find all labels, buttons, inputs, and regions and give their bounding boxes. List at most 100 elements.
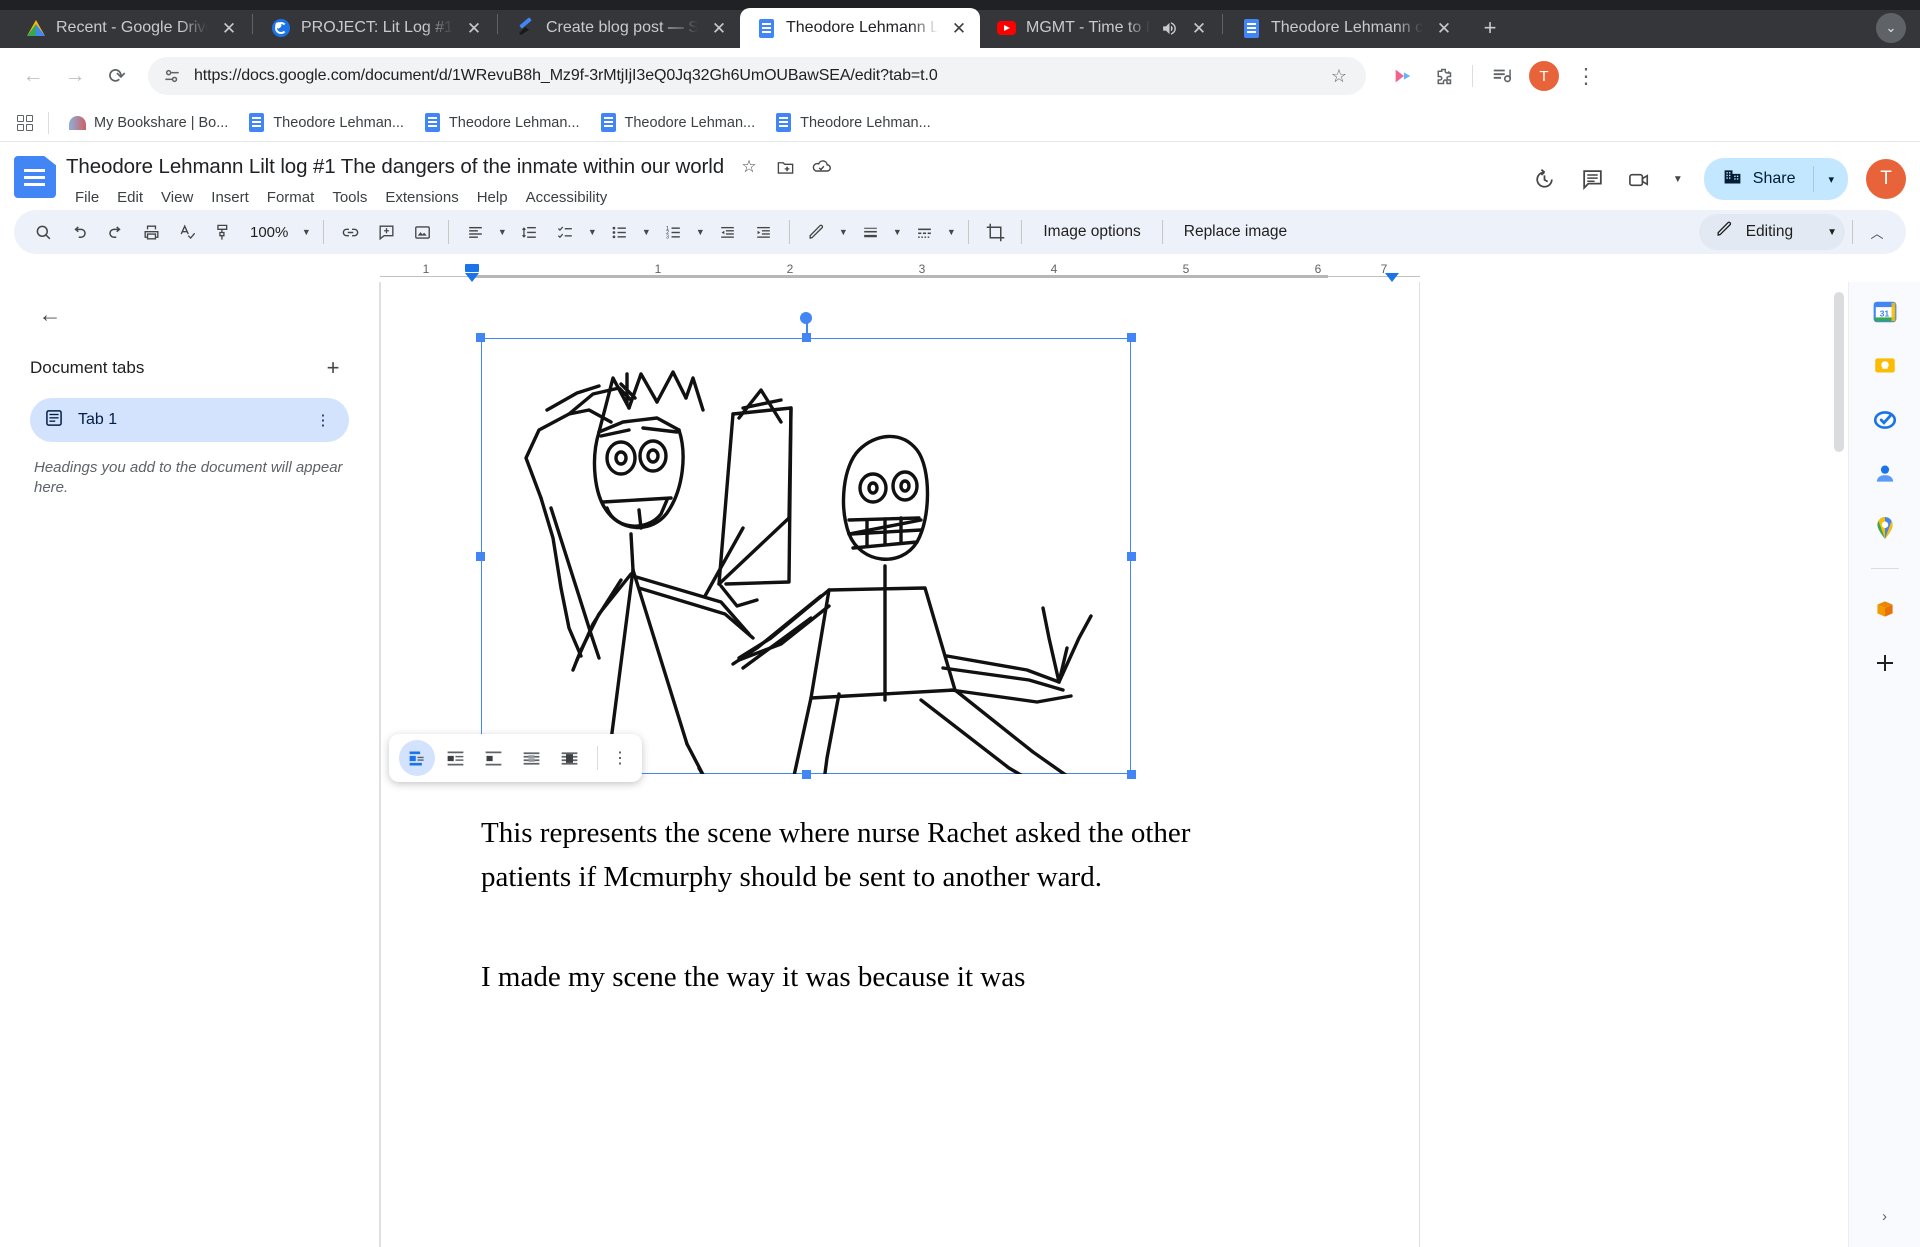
reading-list-icon[interactable] xyxy=(1483,57,1521,95)
move-to-folder-icon[interactable] xyxy=(774,156,796,178)
ruler[interactable]: 1 1 2 3 4 5 6 7 xyxy=(380,264,1420,282)
apps-grid-icon[interactable] xyxy=(14,112,36,134)
bookmark-star-icon[interactable]: ☆ xyxy=(1326,66,1352,87)
line-spacing-icon[interactable] xyxy=(512,215,546,249)
bulleted-list-icon[interactable] xyxy=(602,215,636,249)
increase-indent-icon[interactable] xyxy=(746,215,780,249)
tab-close-icon[interactable]: ✕ xyxy=(1188,17,1210,39)
hide-menus-icon[interactable]: ︿ xyxy=(1860,215,1894,249)
document-tab-more-icon[interactable]: ⋮ xyxy=(311,411,335,429)
decrease-indent-icon[interactable] xyxy=(710,215,744,249)
replace-image-button[interactable]: Replace image xyxy=(1172,215,1299,249)
resize-handle-bottom-center[interactable] xyxy=(802,770,811,779)
reload-button[interactable]: ⟳ xyxy=(98,57,136,95)
cloud-saved-icon[interactable] xyxy=(810,156,832,178)
border-dash-icon[interactable] xyxy=(907,215,941,249)
border-weight-dropdown-icon[interactable]: ▼ xyxy=(889,215,905,249)
checklist-icon[interactable] xyxy=(548,215,582,249)
border-weight-icon[interactable] xyxy=(853,215,887,249)
browser-tab-4[interactable]: MGMT - Time to Pretend ✕ xyxy=(980,8,1220,48)
docs-account-avatar[interactable]: T xyxy=(1866,159,1906,199)
back-button[interactable]: ← xyxy=(14,57,52,95)
document-title[interactable]: Theodore Lehmann Lilt log #1 The dangers… xyxy=(66,155,724,179)
tab-audio-playing-icon[interactable] xyxy=(1160,19,1178,37)
menu-edit[interactable]: Edit xyxy=(108,186,152,209)
paragraph-2[interactable]: I made my scene the way it was because i… xyxy=(481,955,1271,999)
resize-handle-bottom-right[interactable] xyxy=(1127,770,1136,779)
rotate-handle[interactable] xyxy=(800,312,812,324)
menu-extensions[interactable]: Extensions xyxy=(376,186,467,209)
menu-view[interactable]: View xyxy=(152,186,202,209)
share-button-main[interactable]: Share xyxy=(1704,158,1814,200)
hand-drawn-sketch-image[interactable] xyxy=(481,338,1131,774)
addon-icon[interactable] xyxy=(1871,595,1899,623)
paint-format-icon[interactable] xyxy=(206,215,240,249)
forward-button[interactable]: → xyxy=(56,57,94,95)
google-tasks-icon[interactable] xyxy=(1871,406,1899,434)
tab-close-icon[interactable]: ✕ xyxy=(708,17,730,39)
wrap-text-icon[interactable] xyxy=(437,740,473,776)
extension-action-icon[interactable] xyxy=(1384,57,1422,95)
spelling-check-icon[interactable] xyxy=(170,215,204,249)
image-options-button[interactable]: Image options xyxy=(1031,215,1152,249)
checklist-dropdown-icon[interactable]: ▼ xyxy=(584,215,600,249)
search-icon[interactable] xyxy=(26,215,60,249)
back-arrow-icon[interactable]: ← xyxy=(30,294,70,334)
resize-handle-top-right[interactable] xyxy=(1127,333,1136,342)
menu-format[interactable]: Format xyxy=(258,186,324,209)
bulleted-list-dropdown-icon[interactable]: ▼ xyxy=(638,215,654,249)
document-text-content[interactable]: This represents the scene where nurse Ra… xyxy=(481,782,1271,1028)
zoom-dropdown-icon[interactable]: ▼ xyxy=(298,215,314,249)
numbered-list-dropdown-icon[interactable]: ▼ xyxy=(692,215,708,249)
tab-close-icon[interactable]: ✕ xyxy=(218,17,240,39)
comment-icon[interactable] xyxy=(1572,158,1614,200)
browser-tab-0[interactable]: Recent - Google Drive ✕ xyxy=(10,8,250,48)
meet-dropdown-icon[interactable]: ▼ xyxy=(1668,158,1688,200)
in-line-icon[interactable] xyxy=(399,740,435,776)
star-icon[interactable]: ☆ xyxy=(738,156,760,178)
crop-icon[interactable] xyxy=(978,215,1012,249)
behind-text-icon[interactable] xyxy=(513,740,549,776)
bookmark-1[interactable]: Theodore Lehman... xyxy=(240,110,412,135)
browser-tab-1[interactable]: PROJECT: Lit Log #1 ✕ xyxy=(255,8,495,48)
document-page[interactable]: This represents the scene where nurse Ra… xyxy=(380,282,1420,1247)
browser-tab-3-active[interactable]: Theodore Lehmann Lilt log ✕ xyxy=(740,8,980,48)
add-tab-icon[interactable]: + xyxy=(317,352,349,384)
tab-close-icon[interactable]: ✕ xyxy=(1433,17,1455,39)
image-wrap-toolbar[interactable]: ⋮ xyxy=(389,734,642,782)
document-tab-item-1[interactable]: Tab 1 ⋮ xyxy=(30,398,349,442)
url-text[interactable]: https://docs.google.com/document/d/1WRev… xyxy=(194,67,1314,85)
image-options-more-icon[interactable]: ⋮ xyxy=(608,740,632,776)
tab-close-icon[interactable]: ✕ xyxy=(948,17,970,39)
google-contacts-icon[interactable] xyxy=(1871,460,1899,488)
horizontal-ruler[interactable]: 1 1 2 3 4 5 6 7 xyxy=(0,260,1920,282)
share-button[interactable]: Share ▾ xyxy=(1704,158,1848,200)
profile-avatar[interactable]: T xyxy=(1529,61,1559,91)
bookmark-4[interactable]: Theodore Lehman... xyxy=(767,110,939,135)
browser-tab-5[interactable]: Theodore Lehmann college ✕ xyxy=(1225,8,1465,48)
menu-help[interactable]: Help xyxy=(468,186,517,209)
align-icon[interactable] xyxy=(458,215,492,249)
right-indent-marker[interactable] xyxy=(1385,273,1399,282)
document-canvas[interactable]: 1 2 3 4 5 6 xyxy=(380,282,1920,1247)
resize-handle-middle-left[interactable] xyxy=(476,552,485,561)
align-dropdown-icon[interactable]: ▼ xyxy=(494,215,510,249)
google-calendar-icon[interactable]: 31 xyxy=(1871,298,1899,326)
expand-rail-icon[interactable]: › xyxy=(1882,1208,1887,1225)
undo-icon[interactable] xyxy=(62,215,96,249)
menu-file[interactable]: File xyxy=(66,186,108,209)
menu-accessibility[interactable]: Accessibility xyxy=(517,186,617,209)
tab-close-icon[interactable]: ✕ xyxy=(463,17,485,39)
add-comment-icon[interactable] xyxy=(369,215,403,249)
new-tab-button[interactable]: + xyxy=(1473,11,1507,45)
chrome-menu-icon[interactable]: ⋮ xyxy=(1567,57,1605,95)
google-maps-icon[interactable] xyxy=(1871,514,1899,542)
in-front-of-text-icon[interactable] xyxy=(551,740,587,776)
version-history-icon[interactable] xyxy=(1524,158,1566,200)
menu-tools[interactable]: Tools xyxy=(323,186,376,209)
address-bar[interactable]: https://docs.google.com/document/d/1WRev… xyxy=(148,57,1366,95)
link-icon[interactable] xyxy=(333,215,367,249)
bookmark-0[interactable]: My Bookshare | Bo... xyxy=(61,110,236,135)
menu-insert[interactable]: Insert xyxy=(202,186,258,209)
browser-tab-2[interactable]: Create blog post — Science ✕ xyxy=(500,8,740,48)
